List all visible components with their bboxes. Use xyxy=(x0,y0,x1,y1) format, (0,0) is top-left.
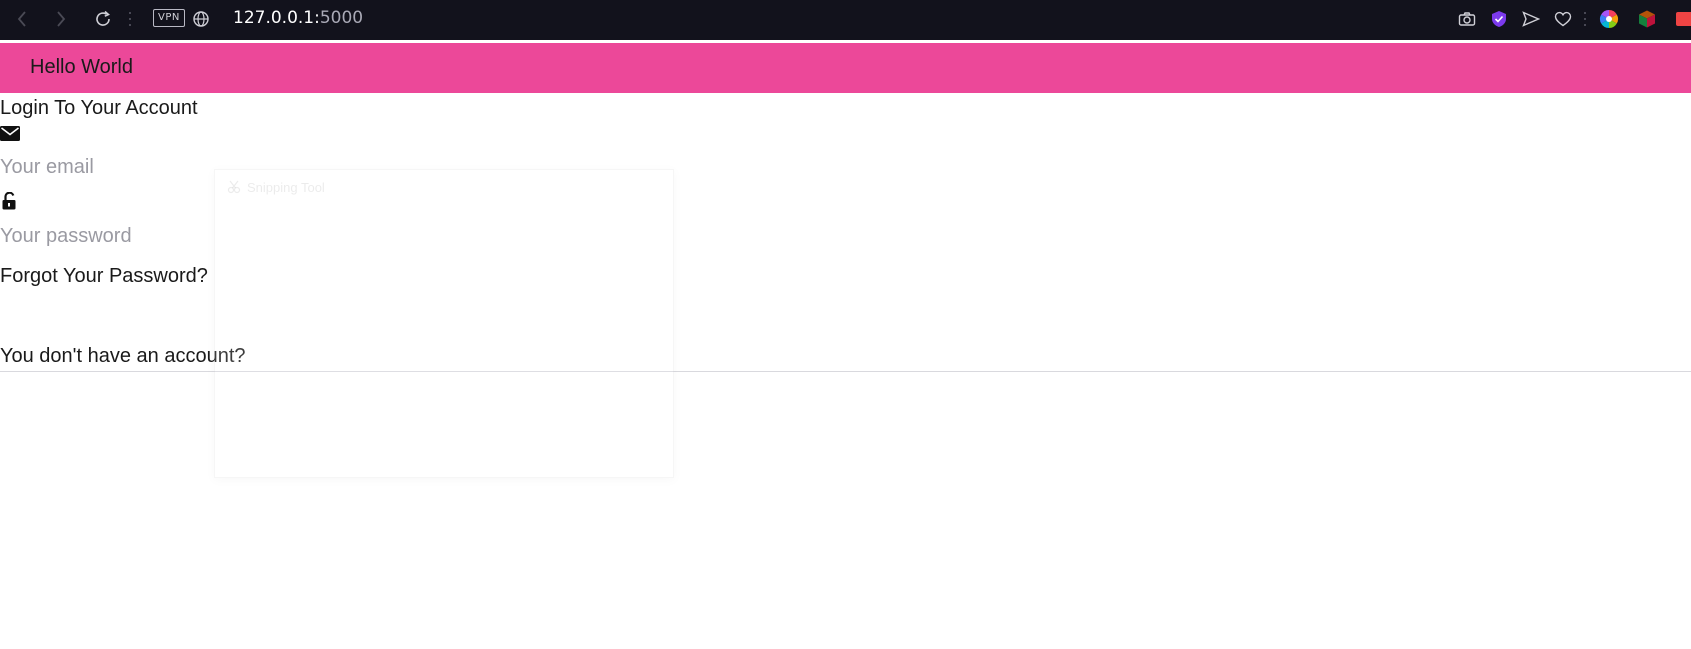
back-icon xyxy=(17,11,26,27)
cube-icon xyxy=(1639,10,1655,28)
signup-prompt[interactable]: You don't have an account? xyxy=(0,345,246,368)
email-field[interactable] xyxy=(0,154,220,180)
login-title: Login To Your Account xyxy=(0,97,198,119)
address-bar[interactable]: 127.0.0.1:5000 xyxy=(233,7,363,29)
extension-partial-button[interactable] xyxy=(1672,8,1691,30)
globe-icon xyxy=(193,11,209,27)
reload-icon xyxy=(96,10,110,26)
reload-button[interactable] xyxy=(92,8,114,30)
scissors-icon xyxy=(227,180,241,194)
toolbar-divider xyxy=(128,12,131,26)
color-wheel-icon xyxy=(1599,9,1619,29)
vpn-badge[interactable]: VPN xyxy=(153,9,185,27)
unlock-icon xyxy=(2,192,16,210)
url-host: 127.0.0.1: xyxy=(233,8,320,28)
snipping-tool-title: Snipping Tool xyxy=(247,180,325,195)
forgot-password-link[interactable]: Forgot Your Password? xyxy=(0,265,208,288)
adblock-button[interactable] xyxy=(1488,8,1510,30)
camera-icon xyxy=(1458,12,1476,26)
partial-extension-icon xyxy=(1675,12,1691,26)
heart-icon xyxy=(1554,11,1572,27)
brand-title[interactable]: Hello World xyxy=(30,56,133,79)
mail-icon xyxy=(0,126,20,141)
toolbar-divider xyxy=(1583,12,1586,26)
back-button[interactable] xyxy=(11,8,33,30)
extension-color-button[interactable] xyxy=(1598,8,1620,30)
snapshot-button[interactable] xyxy=(1456,8,1478,30)
snipping-tool-overlay: Snipping Tool xyxy=(214,169,674,478)
site-info-button[interactable] xyxy=(190,8,212,30)
forward-icon xyxy=(57,11,66,27)
url-port: 5000 xyxy=(319,8,364,28)
send-icon xyxy=(1522,11,1540,27)
app-header: Hello World xyxy=(0,43,1691,93)
send-button[interactable] xyxy=(1520,8,1542,30)
forward-button[interactable] xyxy=(50,8,72,30)
shield-icon xyxy=(1492,11,1506,27)
password-field[interactable] xyxy=(0,223,220,249)
browser-toolbar: VPN 127.0.0.1:5000 xyxy=(0,0,1691,40)
favorites-button[interactable] xyxy=(1552,8,1574,30)
extension-cube-button[interactable] xyxy=(1636,8,1658,30)
